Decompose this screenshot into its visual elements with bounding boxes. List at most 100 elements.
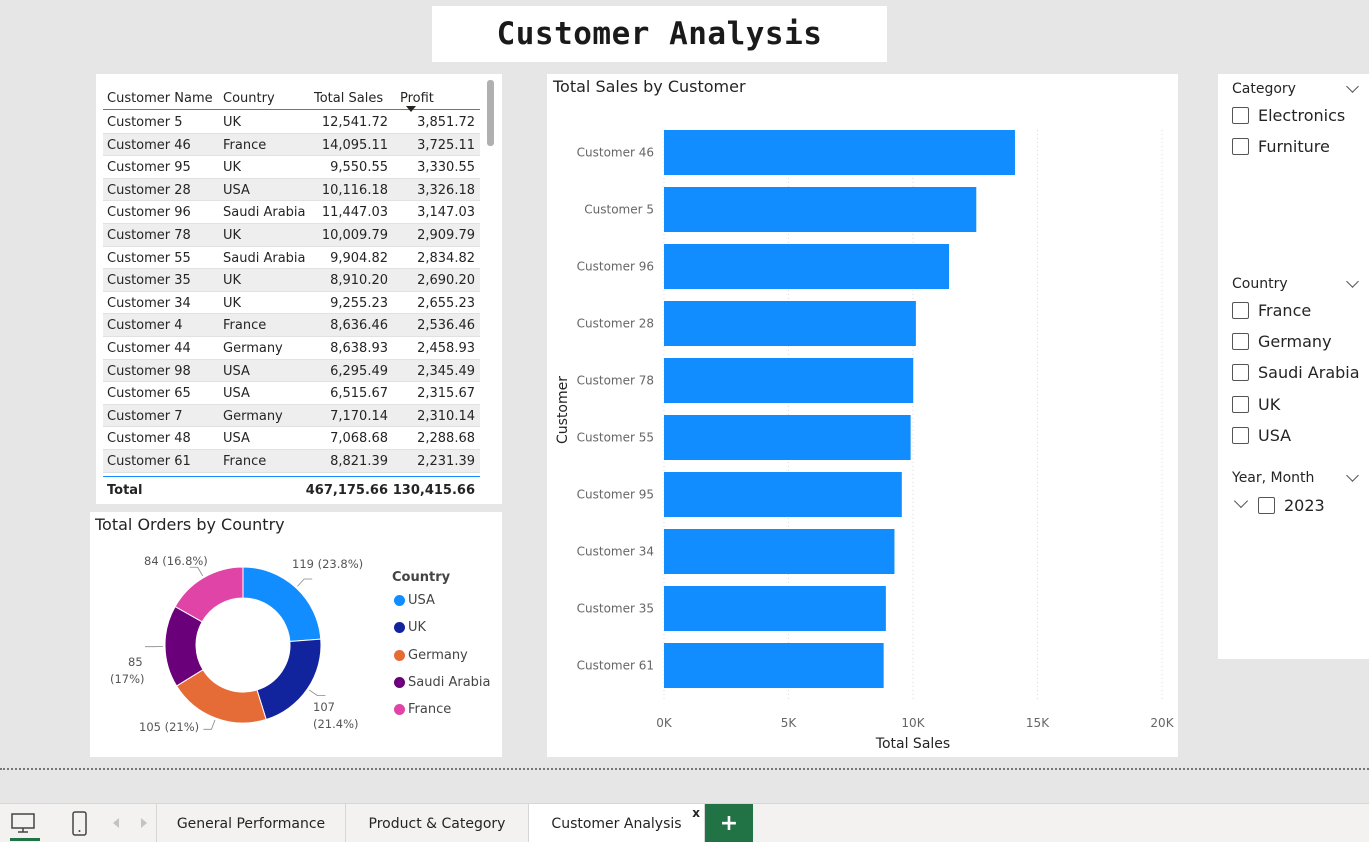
table-scrollbar[interactable] — [487, 80, 494, 146]
table-row[interactable]: Customer 55 Saudi Arabia 9,904.82 2,834.82 — [103, 247, 480, 270]
expand-chevron-icon[interactable] — [1233, 493, 1249, 509]
slicer-option-france[interactable]: France — [1232, 301, 1311, 320]
bar-customer-96[interactable] — [664, 244, 950, 289]
legend-item-usa[interactable]: USA — [394, 593, 435, 608]
tab-product-category[interactable]: Product & Category — [346, 804, 529, 842]
bar-customer-34[interactable] — [664, 529, 895, 574]
bar-customer-78[interactable] — [664, 358, 914, 403]
table-row[interactable]: Customer 95 UK 9,550.55 3,330.55 — [103, 156, 480, 179]
table-row[interactable]: Customer 46 France 14,095.11 3,725.11 — [103, 133, 480, 157]
column-header-customer-name[interactable]: Customer Name — [107, 91, 213, 106]
bar-customer-35[interactable] — [664, 586, 886, 631]
slicer-country-title: Country — [1232, 276, 1288, 292]
column-header-total-sales[interactable]: Total Sales — [314, 91, 383, 106]
x-tick-label: 15K — [1026, 716, 1050, 730]
page-divider — [0, 768, 1369, 770]
slicer-option-electronics[interactable]: Electronics — [1232, 106, 1345, 125]
table-row[interactable]: Customer 5 UK 12,541.72 3,851.72 — [103, 111, 480, 134]
checkbox-icon[interactable] — [1232, 107, 1249, 124]
scroll-left-icon[interactable] — [110, 816, 122, 830]
cell-total-sales: 9,255.23 — [330, 295, 388, 311]
table-row[interactable]: Customer 48 USA 7,068.68 2,288.68 — [103, 427, 480, 450]
donut-slice-usa[interactable] — [242, 566, 322, 642]
checkbox-icon[interactable] — [1232, 138, 1249, 155]
cell-total-sales: 9,550.55 — [330, 160, 388, 176]
mobile-view-icon[interactable] — [70, 810, 90, 838]
checkbox-icon[interactable] — [1232, 364, 1249, 381]
chevron-down-icon[interactable] — [1346, 80, 1359, 93]
table-row[interactable]: Customer 78 UK 10,009.79 2,909.79 — [103, 224, 480, 247]
table-row[interactable]: Customer 35 UK 8,910.20 2,690.20 — [103, 269, 480, 292]
chevron-down-icon[interactable] — [1346, 469, 1359, 482]
slicer-date-title: Year, Month — [1232, 470, 1315, 486]
slicer-option-2023[interactable]: 2023 — [1258, 496, 1325, 515]
cell-profit: 3,147.03 — [417, 205, 475, 221]
table-total-row: Total 467,175.66 130,415.66 — [103, 476, 480, 501]
table-row[interactable]: Customer 44 Germany 8,638.93 2,458.93 — [103, 337, 480, 360]
filter-panel: Category Electronics Furniture Country F… — [1218, 74, 1369, 659]
cell-country: France — [223, 454, 267, 469]
cell-customer-name: Customer 35 — [107, 273, 191, 289]
bar-customer-95[interactable] — [664, 472, 902, 517]
cell-customer-name: Customer 65 — [107, 386, 191, 402]
legend-item-saudi-arabia[interactable]: Saudi Arabia — [394, 675, 491, 690]
slicer-option-usa[interactable]: USA — [1232, 426, 1291, 445]
add-page-button[interactable]: + — [705, 804, 753, 842]
checkbox-icon[interactable] — [1232, 396, 1249, 413]
cell-total-sales: 10,116.18 — [321, 182, 388, 198]
bar-customer-28[interactable] — [664, 301, 916, 346]
legend-label: UK — [408, 620, 427, 636]
column-header-profit[interactable]: Profit — [400, 91, 434, 106]
customer-table-visual[interactable]: Customer Name Country Total Sales Profit… — [96, 74, 502, 504]
tab-general-performance[interactable]: General Performance — [157, 804, 346, 842]
chevron-down-icon[interactable] — [1346, 275, 1359, 288]
cell-total-sales: 7,068.68 — [330, 431, 388, 447]
bar-customer-46[interactable] — [664, 130, 1015, 175]
legend-item-uk[interactable]: UK — [394, 620, 426, 635]
slicer-option-saudi-arabia[interactable]: Saudi Arabia — [1232, 363, 1360, 382]
cell-customer-name: Customer 78 — [107, 228, 191, 243]
legend-item-germany[interactable]: Germany — [394, 648, 468, 663]
table-row[interactable]: Customer 34 UK 9,255.23 2,655.23 — [103, 292, 480, 315]
close-tab-icon[interactable]: x — [692, 806, 700, 820]
table-row[interactable]: Customer 65 USA 6,515.67 2,315.67 — [103, 382, 480, 405]
checkbox-icon[interactable] — [1232, 333, 1249, 350]
cell-country: UK — [223, 295, 242, 311]
y-tick-label: Customer 96 — [577, 260, 654, 274]
donut-slice-uk[interactable] — [256, 638, 322, 721]
orders-by-country-visual[interactable]: Total Orders by Country 119 (23.8%) 107 … — [90, 512, 502, 757]
checkbox-icon[interactable] — [1232, 302, 1249, 319]
bar-customer-55[interactable] — [664, 415, 911, 460]
sales-by-customer-visual[interactable]: Total Sales by Customer 0K 5K 10K 15K 20K Cus… — [547, 74, 1178, 757]
legend-item-france[interactable]: France — [394, 702, 451, 717]
checkbox-icon[interactable] — [1258, 497, 1275, 514]
table-row[interactable]: Customer 61 France 8,821.39 2,231.39 — [103, 450, 480, 473]
cell-customer-name: Customer 5 — [107, 115, 183, 130]
cell-profit: 3,330.55 — [417, 160, 475, 176]
slicer-option-germany[interactable]: Germany — [1232, 332, 1332, 351]
table-row[interactable]: Customer 96 Saudi Arabia 11,447.03 3,147.03 — [103, 201, 480, 224]
y-tick-label: Customer 35 — [577, 602, 654, 616]
table-row[interactable]: Customer 4 France 8,636.46 2,536.46 — [103, 314, 480, 337]
column-header-country[interactable]: Country — [223, 91, 275, 106]
checkbox-icon[interactable] — [1232, 427, 1249, 444]
slicer-option-uk[interactable]: UK — [1232, 395, 1280, 414]
table-row[interactable]: Customer 98 USA 6,295.49 2,345.49 — [103, 359, 480, 383]
legend-label: USA — [408, 593, 435, 608]
cell-country: Germany — [223, 341, 283, 356]
cell-customer-name: Customer 98 — [107, 363, 191, 379]
data-label-usa: 119 (23.8%) — [292, 557, 364, 571]
slicer-category-title: Category — [1232, 81, 1296, 97]
scroll-right-icon[interactable] — [138, 816, 150, 830]
bar-chart[interactable]: 0K 5K 10K 15K 20K Customer 46 Customer 5 Custom… — [547, 74, 1178, 757]
table-row[interactable]: Customer 7 Germany 7,170.14 2,310.14 — [103, 404, 480, 428]
bar-customer-61[interactable] — [664, 643, 884, 688]
table-row[interactable]: Customer 28 USA 10,116.18 3,326.18 — [103, 178, 480, 202]
x-tick-label: 10K — [901, 716, 925, 730]
cell-profit: 2,655.23 — [417, 295, 475, 311]
slicer-option-furniture[interactable]: Furniture — [1232, 137, 1330, 156]
cell-profit: 2,536.46 — [417, 318, 475, 334]
desktop-view-icon[interactable] — [10, 811, 38, 837]
tab-customer-analysis[interactable]: Customer Analysis x — [529, 804, 705, 842]
bar-customer-5[interactable] — [664, 187, 977, 232]
